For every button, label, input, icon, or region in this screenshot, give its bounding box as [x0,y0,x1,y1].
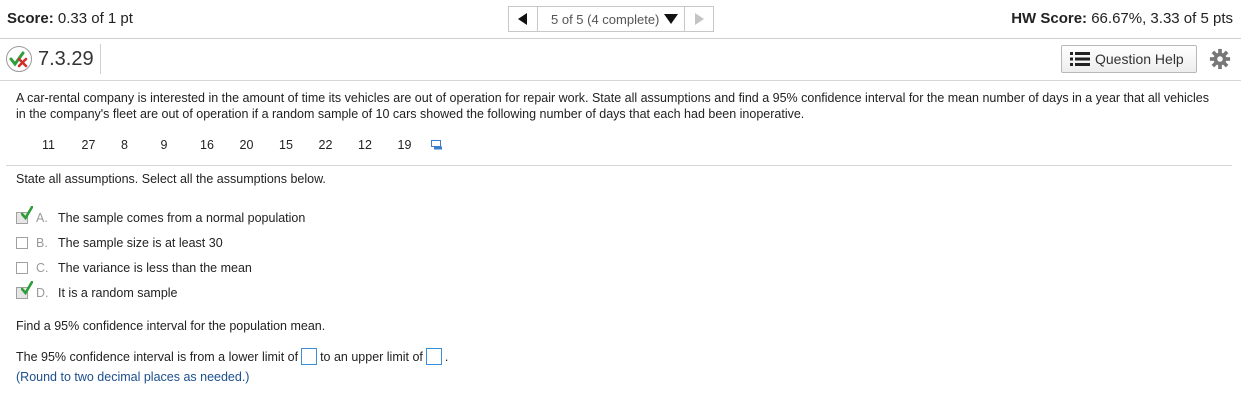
list-icon [1070,52,1090,66]
question-selector[interactable]: 5 of 5 (4 complete) [538,6,685,32]
option-c[interactable]: C. The variance is less than the mean [16,259,252,277]
option-d[interactable]: D. It is a random sample [16,281,178,302]
lower-limit-input[interactable] [301,348,318,365]
option-c-checkbox[interactable] [16,262,28,274]
option-text: The sample size is at least 30 [58,236,223,250]
assumptions-instruction: State all assumptions. Select all the as… [16,172,326,186]
gear-icon[interactable] [1209,48,1231,70]
question-number: 7.3.29 [38,47,94,70]
option-letter: B. [36,236,48,250]
data-value: 22 [318,138,333,152]
previous-question-button[interactable] [508,6,538,32]
answer-line: The 95% confidence interval is from a lo… [16,348,448,365]
option-letter: D. [36,286,49,300]
hw-score-value: 66.67%, 3.33 of 5 pts [1091,10,1233,27]
hw-score-label: HW Score: [1011,10,1088,27]
option-text: The variance is less than the mean [58,261,252,275]
question-id-area: 7.3.29 [6,44,101,74]
option-d-checkbox[interactable] [16,281,33,299]
data-value: 15 [279,138,293,152]
data-value: 8 [121,138,128,152]
answer-prefix: The 95% confidence interval is from a lo… [16,349,299,364]
score-display: Score: 0.33 of 1 pt [7,10,133,27]
question-header: 7.3.29 Question Help [0,40,1241,80]
divider [0,80,1241,81]
question-prompt: A car-rental company is interested in th… [16,91,1209,121]
data-value: 27 [81,138,96,152]
data-values-row: 11 27 8 9 16 20 15 22 12 19 [42,138,443,152]
data-value: 16 [200,138,214,152]
arrow-left-icon [518,13,527,25]
answer-middle: to an upper limit of [320,349,423,364]
nav-status: 5 of 5 (4 complete) [551,11,660,27]
score-value: 0.33 of 1 pt [57,10,133,27]
check-icon [21,206,33,220]
hw-score-display: HW Score: 66.67%, 3.33 of 5 pts [1011,10,1233,27]
option-letter: C. [36,261,49,275]
data-value: 20 [239,138,254,152]
option-letter: A. [36,211,48,225]
next-question-button[interactable] [684,6,715,32]
upper-limit-input[interactable] [425,348,442,365]
answer-end: . [444,349,449,364]
option-b-checkbox[interactable] [16,237,28,249]
option-text: The sample comes from a normal populatio… [58,211,306,225]
top-bar: Score: 0.33 of 1 pt 5 of 5 (4 complete) … [0,0,1241,38]
data-value: 12 [358,138,372,152]
option-a[interactable]: A. The sample comes from a normal popula… [16,206,306,227]
caret-down-icon [664,14,679,24]
divider [0,38,1241,39]
find-prompt: Find a 95% confidence interval for the p… [16,319,326,333]
copy-data-icon[interactable] [431,140,443,150]
check-icon [21,281,33,295]
data-value: 11 [42,138,55,152]
score-label: Score: [7,10,54,27]
partial-credit-icon [6,46,32,72]
question-navigator: 5 of 5 (4 complete) [508,6,715,32]
option-b[interactable]: B. The sample size is at least 30 [16,234,223,252]
question-help-label: Question Help [1095,51,1184,67]
rounding-note: (Round to two decimal places as needed.) [16,370,250,384]
data-value: 9 [160,138,168,152]
option-a-checkbox[interactable] [16,206,33,224]
divider [6,165,1232,166]
option-text: It is a random sample [58,286,178,300]
arrow-right-icon [695,13,705,25]
question-help-button[interactable]: Question Help [1061,45,1197,73]
